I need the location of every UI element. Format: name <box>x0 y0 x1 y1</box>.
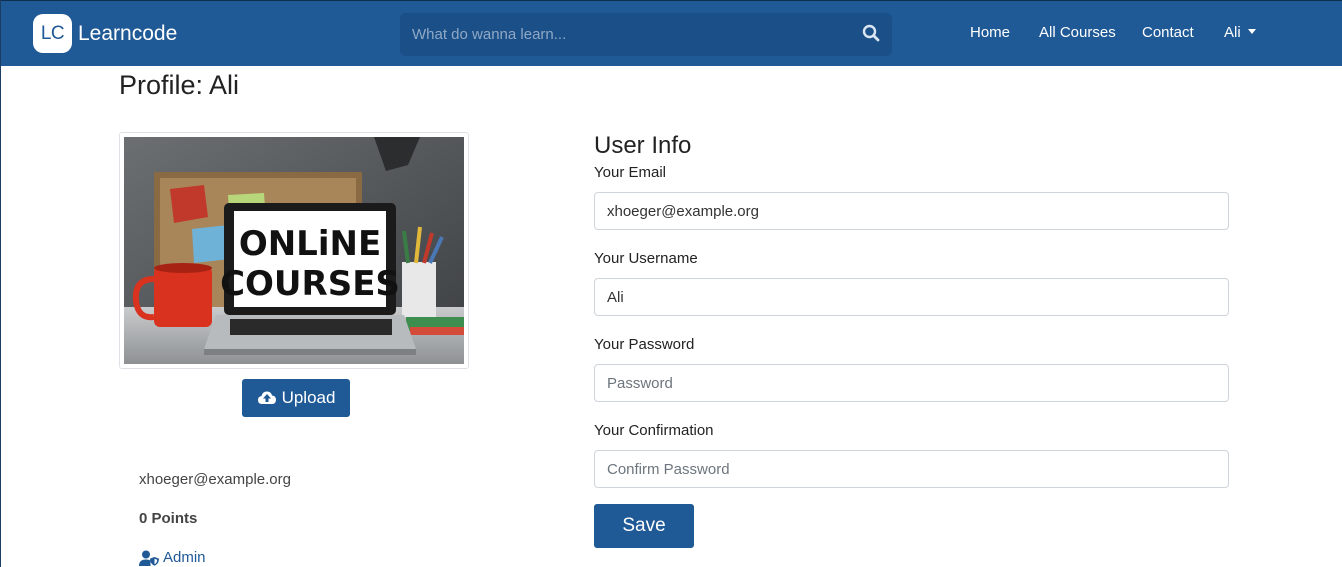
brand-logo[interactable]: LC <box>33 14 72 53</box>
upload-button[interactable]: Upload <box>242 379 350 417</box>
username-field[interactable] <box>594 278 1229 316</box>
cloud-upload-icon <box>257 391 276 404</box>
email-label: Your Email <box>594 164 666 181</box>
password-label: Your Password <box>594 336 695 353</box>
brand-name[interactable]: Learncode <box>78 22 177 46</box>
user-points: 0 Points <box>139 510 198 527</box>
screen-text-line2: COURSES <box>220 264 400 304</box>
nav-contact[interactable]: Contact <box>1142 24 1194 41</box>
profile-image: ONLiNE COURSES <box>119 132 469 369</box>
confirm-password-label: Your Confirmation <box>594 422 714 439</box>
confirm-password-field[interactable] <box>594 450 1229 488</box>
save-button[interactable]: Save <box>594 504 694 548</box>
user-role-link[interactable]: Admin <box>139 549 206 566</box>
form-title: User Info <box>594 132 692 159</box>
nav-home[interactable]: Home <box>970 24 1010 41</box>
nav-user-dropdown[interactable]: Ali <box>1224 24 1256 41</box>
password-field[interactable] <box>594 364 1229 402</box>
navbar: LC Learncode Home All Courses Contact Al… <box>1 0 1342 66</box>
page: LC Learncode Home All Courses Contact Al… <box>0 0 1342 567</box>
nav-all-courses[interactable]: All Courses <box>1039 24 1116 41</box>
username-label: Your Username <box>594 250 698 267</box>
screen-text-line1: ONLiNE <box>239 224 381 264</box>
user-email-text: xhoeger@example.org <box>139 471 291 488</box>
email-field[interactable] <box>594 192 1229 230</box>
user-shield-icon <box>139 550 159 566</box>
brand[interactable]: LC Learncode <box>33 14 177 53</box>
chevron-down-icon <box>1247 29 1256 34</box>
user-role-label: Admin <box>163 549 206 566</box>
search-icon[interactable] <box>862 24 882 44</box>
upload-label: Upload <box>281 388 336 407</box>
search-bar <box>400 13 892 56</box>
nav-user-name: Ali <box>1224 24 1241 41</box>
profile-image-art: ONLiNE COURSES <box>124 137 464 364</box>
search-input[interactable] <box>400 13 840 56</box>
page-title: Profile: Ali <box>119 70 240 100</box>
